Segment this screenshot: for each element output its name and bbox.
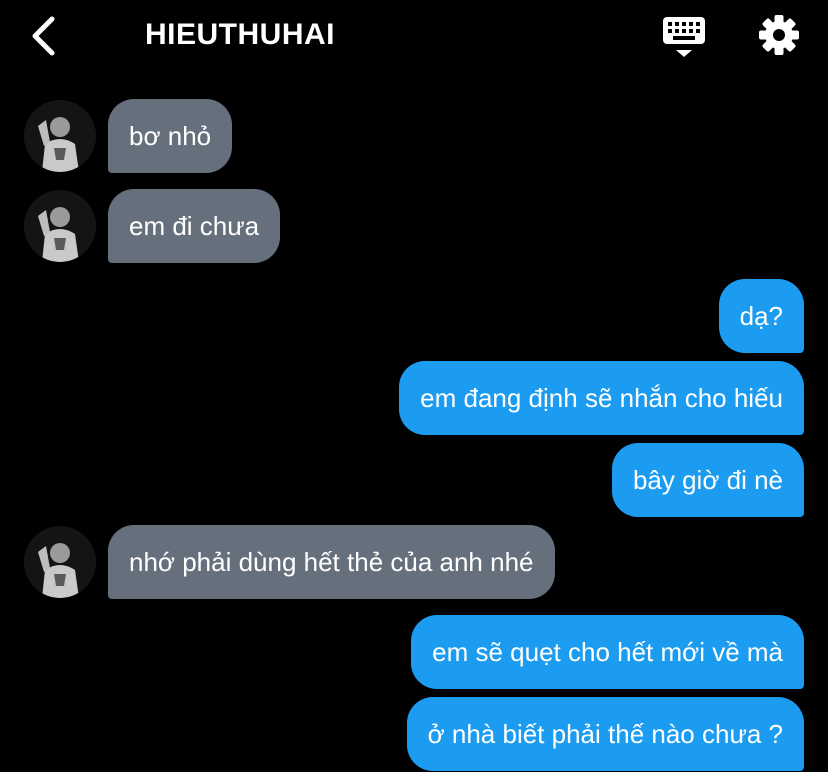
avatar[interactable] bbox=[24, 190, 96, 262]
outgoing-message: em sẽ quẹt cho hết mới về mà bbox=[411, 615, 804, 689]
incoming-message: em đi chưa bbox=[108, 189, 281, 263]
outgoing-message: em đang định sẽ nhắn cho hiếu bbox=[399, 361, 804, 435]
avatar[interactable] bbox=[24, 526, 96, 598]
message-list: bơ nhỏ em đi chưa dạ? em đang định sẽ nh… bbox=[0, 0, 828, 772]
outgoing-message: bây giờ đi nè bbox=[611, 443, 804, 517]
outgoing-message: dạ? bbox=[718, 279, 804, 353]
incoming-message: nhớ phải dùng hết thẻ của anh nhé bbox=[108, 525, 555, 599]
avatar[interactable] bbox=[24, 100, 96, 172]
outgoing-message: ở nhà biết phải thế nào chưa ? bbox=[406, 697, 804, 771]
incoming-message: bơ nhỏ bbox=[108, 99, 233, 173]
